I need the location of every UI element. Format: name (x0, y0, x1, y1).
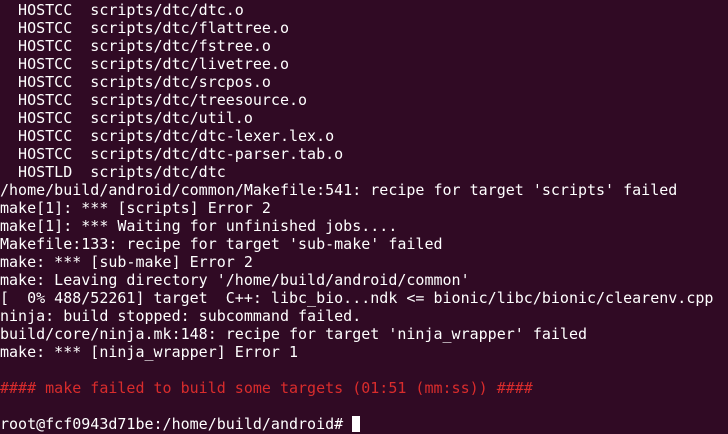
output-line: make: *** [sub-make] Error 2 (0, 253, 253, 271)
output-line: HOSTCC scripts/dtc/livetree.o (0, 55, 289, 73)
output-line: HOSTCC scripts/dtc/util.o (0, 109, 253, 127)
output-line: make[1]: *** [scripts] Error 2 (0, 199, 271, 217)
output-line: HOSTCC scripts/dtc/fstree.o (0, 37, 271, 55)
output-line: make[1]: *** Waiting for unfinished jobs… (0, 217, 398, 235)
output-line: HOSTCC scripts/dtc/treesource.o (0, 91, 308, 109)
output-line: /home/build/android/common/Makefile:541:… (0, 181, 678, 199)
output-line: HOSTLD scripts/dtc/dtc (0, 163, 226, 181)
build-failure-message: #### make failed to build some targets (… (0, 379, 533, 397)
output-line: build/core/ninja.mk:148: recipe for targ… (0, 325, 587, 343)
text-cursor[interactable] (352, 416, 361, 432)
output-line: HOSTCC scripts/dtc/flattree.o (0, 19, 289, 37)
command-prompt-line[interactable]: root@fcf0943d71be:/home/build/android# (0, 415, 728, 433)
output-line: HOSTCC scripts/dtc/srcpos.o (0, 73, 271, 91)
output-line: Makefile:133: recipe for target 'sub-mak… (0, 235, 443, 253)
output-line: make: *** [ninja_wrapper] Error 1 (0, 343, 299, 361)
output-line: [ 0% 488/52261] target C++: libc_bio...n… (0, 289, 714, 307)
terminal-window[interactable]: HOSTCC scripts/dtc/dtc.o HOSTCC scripts/… (0, 0, 728, 434)
output-line: HOSTCC scripts/dtc/dtc-parser.tab.o (0, 145, 344, 163)
output-line: HOSTCC scripts/dtc/dtc-lexer.lex.o (0, 127, 335, 145)
output-line: make: Leaving directory '/home/build/and… (0, 271, 470, 289)
output-line: ninja: build stopped: subcommand failed. (0, 307, 362, 325)
shell-prompt: root@fcf0943d71be:/home/build/android# (0, 415, 353, 433)
output-line: HOSTCC scripts/dtc/dtc.o (0, 1, 244, 19)
